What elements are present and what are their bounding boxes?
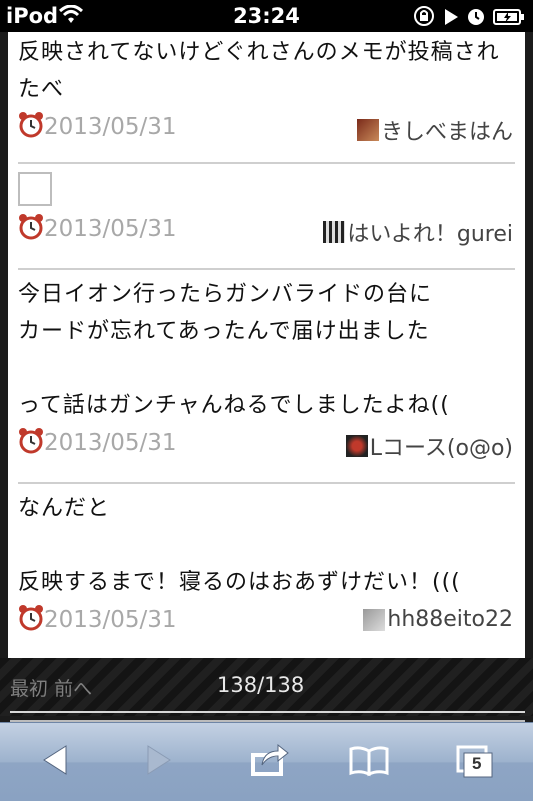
- play-icon: [443, 7, 459, 31]
- share-icon[interactable]: [250, 743, 290, 781]
- post-author[interactable]: hh88eito22: [363, 607, 513, 632]
- bookmarks-icon[interactable]: [348, 743, 390, 781]
- post-meta: 2013/05/31 Lコース(o@o): [18, 424, 515, 466]
- post-text: 今日イオン行ったらガンバライドの台に カードが忘れてあったんで届け出ました って…: [18, 282, 450, 418]
- alarm-clock-icon: [18, 428, 44, 458]
- list-item[interactable]: なんだと 反映するまで！寝るのはおあずけだい！((( 2013/05/31 hh…: [18, 484, 515, 658]
- post-date: 2013/05/31: [44, 216, 177, 242]
- avatar: [345, 435, 368, 457]
- tabs-count: 5: [472, 754, 482, 773]
- avatar: [356, 119, 379, 141]
- alarm-status-icon: [467, 7, 485, 31]
- post-meta: 2013/05/31 きしべまはん: [18, 108, 515, 150]
- author-name: hh88eito22: [387, 607, 513, 632]
- avatar: [363, 608, 386, 631]
- rotation-lock-icon: [413, 5, 435, 32]
- post-text: 反映されてないけどぐれさんのメモが投稿されたべ: [18, 40, 500, 102]
- first-page-link[interactable]: 最初: [10, 678, 48, 700]
- status-bar: iPod 23:24: [0, 0, 533, 32]
- page-count: 138/138: [217, 673, 305, 697]
- author-name: はいよれ！gurei: [347, 222, 513, 247]
- battery-icon: [493, 7, 525, 31]
- post-text: なんだと 反映するまで！寝るのはおあずけだい！(((: [18, 496, 461, 595]
- post-date: 2013/05/31: [44, 114, 177, 140]
- prev-page-link[interactable]: 前へ: [54, 678, 92, 700]
- post-author[interactable]: きしべまはん: [356, 114, 513, 146]
- author-name: Lコース(o@o): [369, 436, 513, 461]
- post-meta: 2013/05/31 hh88eito22: [18, 601, 515, 643]
- list-item[interactable]: 反映されてないけどぐれさんのメモが投稿されたべ 2013/05/31 きしべまは…: [18, 32, 515, 164]
- post-image-placeholder[interactable]: [18, 172, 52, 206]
- list-item[interactable]: 今日イオン行ったらガンバライドの台に カードが忘れてあったんで届け出ました って…: [18, 270, 515, 484]
- pagination-nav: 最初 前へ: [10, 674, 92, 701]
- avatar: [323, 221, 346, 243]
- post-date: 2013/05/31: [44, 430, 177, 456]
- post-author[interactable]: はいよれ！gurei: [323, 216, 513, 248]
- browser-toolbar: 5: [0, 722, 533, 801]
- pagination-bar: 最初 前へ 138/138: [0, 658, 533, 722]
- post-author[interactable]: Lコース(o@o): [345, 430, 513, 462]
- alarm-clock-icon: [18, 605, 44, 635]
- forward-icon[interactable]: [144, 743, 174, 781]
- posts-list: 反映されてないけどぐれさんのメモが投稿されたべ 2013/05/31 きしべまは…: [8, 32, 525, 658]
- alarm-clock-icon: [18, 112, 44, 142]
- post-date: 2013/05/31: [44, 607, 177, 633]
- post-meta: 2013/05/31 はいよれ！gurei: [18, 210, 515, 252]
- list-item[interactable]: 2013/05/31 はいよれ！gurei: [18, 172, 515, 270]
- tabs-icon[interactable]: 5: [456, 745, 496, 783]
- divider: [10, 711, 525, 713]
- back-icon[interactable]: [40, 743, 70, 781]
- author-name: きしべまはん: [380, 120, 513, 145]
- alarm-clock-icon: [18, 214, 44, 244]
